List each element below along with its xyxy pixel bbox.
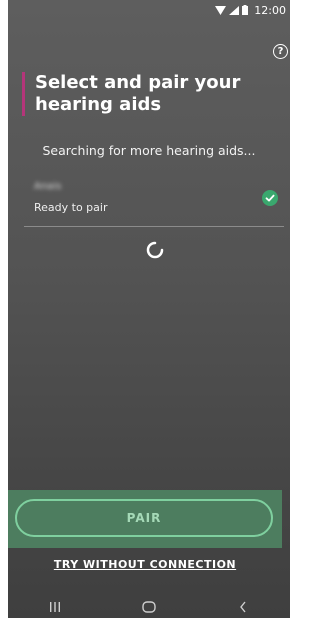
help-icon[interactable]: ? <box>273 44 288 59</box>
system-nav-bar <box>8 595 290 618</box>
pair-action-bar: PAIR <box>8 490 282 548</box>
device-list-item[interactable]: Anais Ready to pair <box>24 181 284 227</box>
wifi-icon <box>215 5 227 15</box>
status-time: 12:00 <box>254 3 286 17</box>
device-name: Anais <box>34 181 62 192</box>
try-without-connection-link[interactable]: TRY WITHOUT CONNECTION <box>0 558 290 571</box>
recents-icon[interactable] <box>25 595 85 618</box>
pair-button[interactable]: PAIR <box>15 499 273 537</box>
status-icons: 12:00 <box>215 4 286 17</box>
home-icon[interactable] <box>119 595 179 618</box>
battery-icon <box>242 5 249 15</box>
signal-icon <box>229 5 240 15</box>
device-status: Ready to pair <box>34 201 108 214</box>
page-title: Select and pair your hearing aids <box>35 72 241 115</box>
loading-spinner-icon <box>146 241 164 259</box>
back-icon[interactable] <box>213 595 273 618</box>
checkmark-icon[interactable] <box>262 190 278 206</box>
searching-status: Searching for more hearing aids... <box>42 143 256 158</box>
status-bar: 12:00 <box>8 0 290 20</box>
title-block: Select and pair your hearing aids <box>22 72 275 116</box>
